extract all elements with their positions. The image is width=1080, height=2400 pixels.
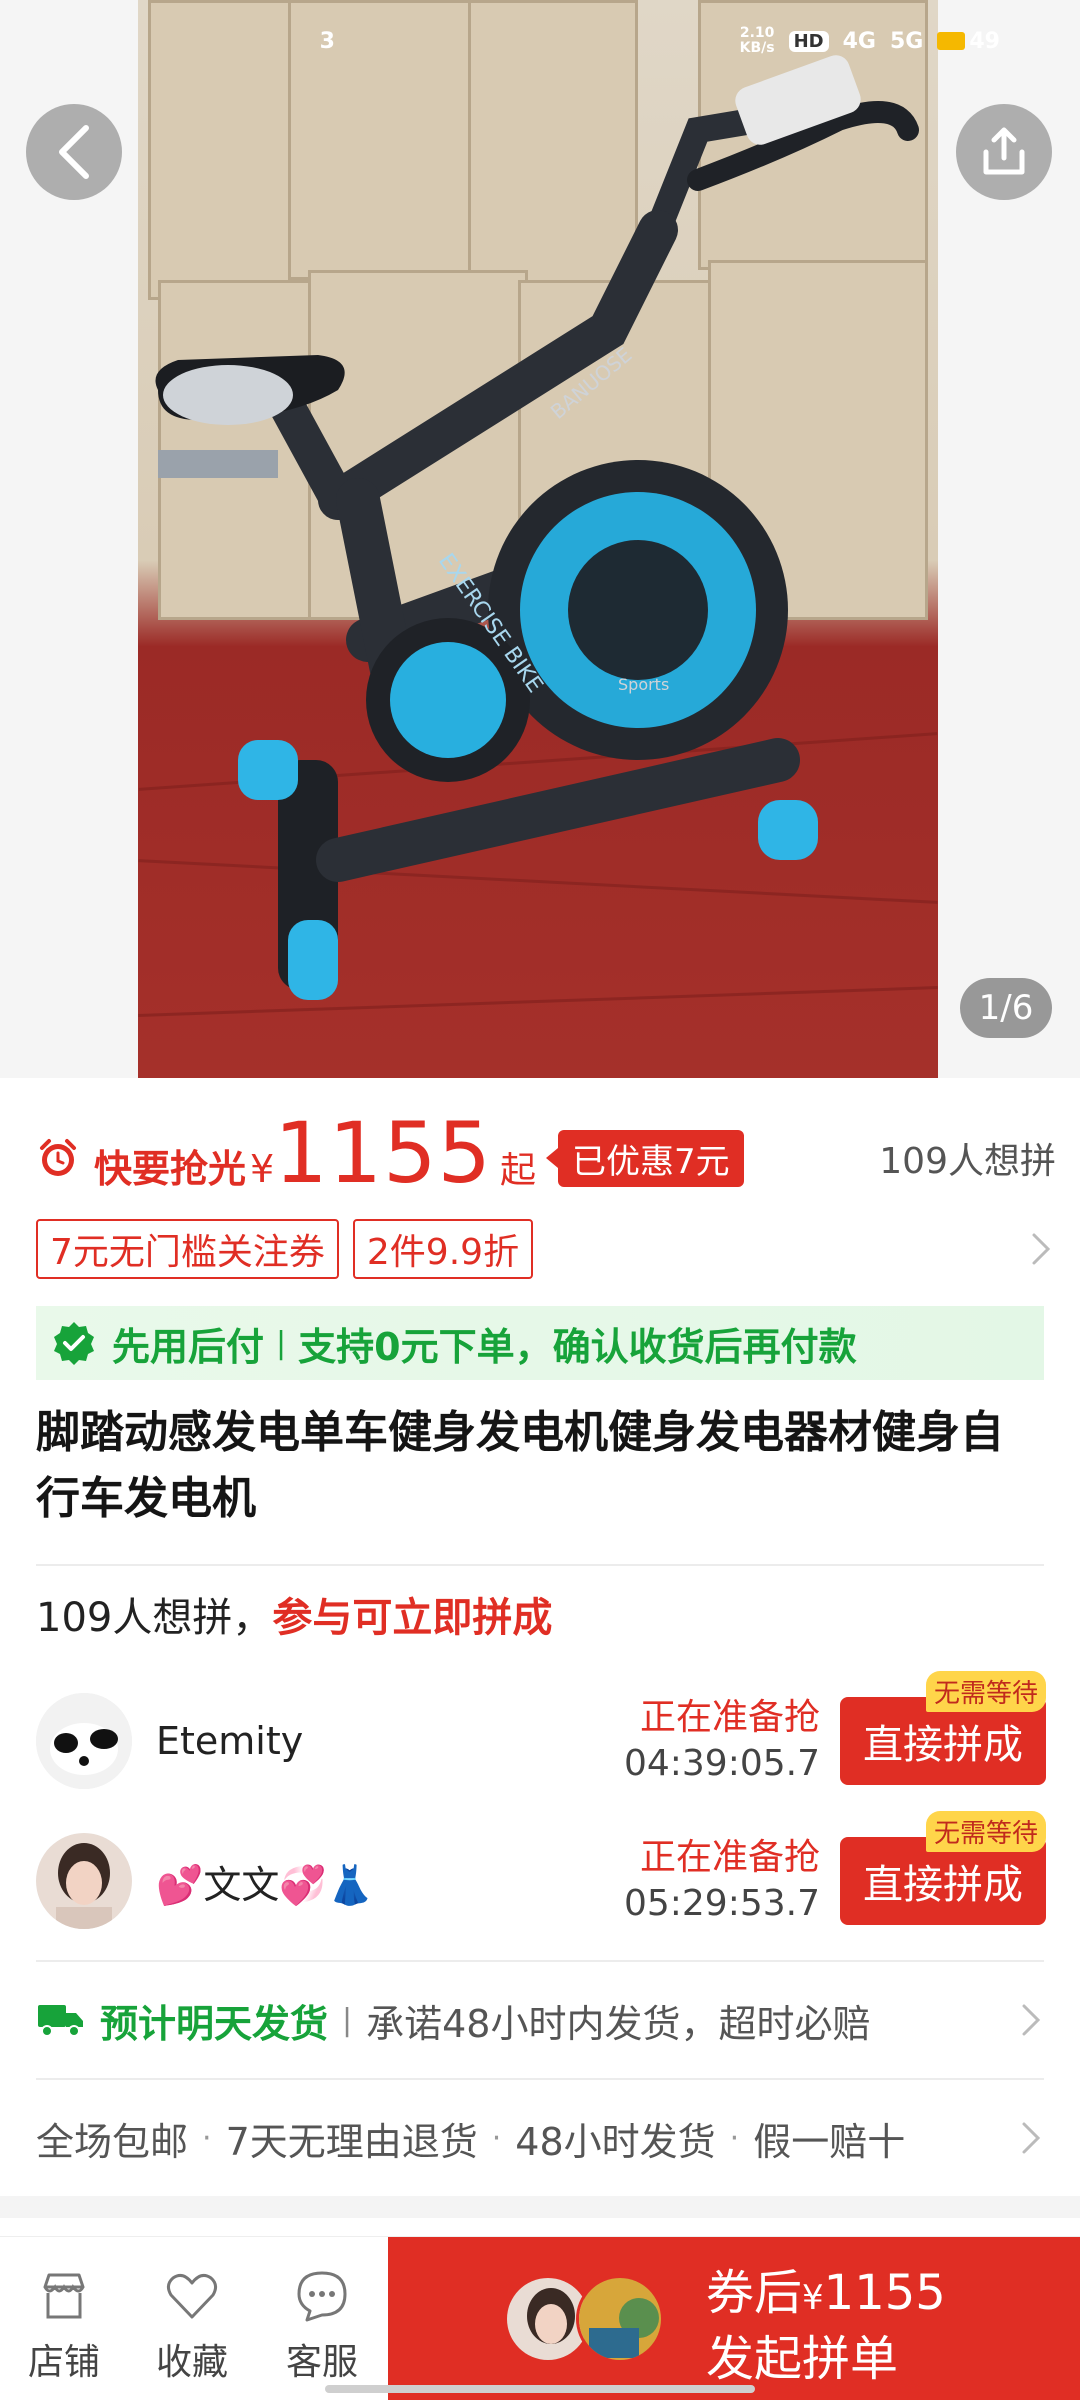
store-label: 店铺 [27, 2342, 100, 2383]
signal-4g-icon: 4G [842, 28, 876, 54]
shipping-row[interactable]: 预计明天发货 | 承诺48小时内发货，超时必赔 [36, 1980, 1046, 2060]
service-item: 假一赔十 [753, 2119, 906, 2164]
signal-5g-icon: 5G [890, 28, 924, 54]
section-gap [0, 2196, 1080, 2218]
price-suffix: 起 [499, 1150, 536, 1191]
product-photo[interactable]: EXERCISE BIKE BANUOSE Sports [138, 0, 938, 1078]
group-user-name: Etemity [156, 1719, 304, 1763]
join-group-button[interactable]: 直接拼成 无需等待 [840, 1811, 1046, 1925]
home-indicator [325, 2385, 755, 2393]
chevron-right-icon[interactable] [1026, 1229, 1056, 1269]
avatar [36, 1693, 132, 1789]
after-coupon-price: 券后¥1155 [706, 2253, 946, 2323]
store-icon [43, 2273, 85, 2319]
heart-icon [166, 2273, 218, 2319]
exercise-bike-illustration: EXERCISE BIKE BANUOSE Sports [155, 55, 919, 1000]
coupon-multi-buy[interactable]: 2件9.9折 [352, 1219, 534, 1279]
photo-sports-text: Sports [618, 675, 669, 694]
price-amount: 1155 [274, 1104, 492, 1202]
price-row: 快要抢光 ¥ 1155 起 已优惠7元 109人想拼 [36, 1108, 1056, 1208]
service-item: 48小时发货 [515, 2119, 716, 2164]
group-buy-header: 109人想拼，参与可立即拼成 [36, 1585, 552, 1643]
avatar [36, 1833, 132, 1929]
customer-service-label: 客服 [285, 2342, 358, 2383]
pay-later-desc: 支持0元下单，确认收货后再付款 [298, 1324, 857, 1369]
pay-later-banner[interactable]: 先用后付 | 支持0元下单，确认收货后再付款 [36, 1306, 1044, 1380]
group-buy-count: 109人想拼， [36, 1595, 273, 1641]
status-time: 3 [319, 28, 335, 54]
group-user-name: 💕文文💞👗 [156, 1862, 374, 1907]
chevron-left-icon [59, 125, 89, 179]
product-title: 脚踏动感发电单车健身发电机健身发电器材健身自行车发电机 [36, 1407, 1004, 1524]
no-wait-badge: 无需等待 [925, 1671, 1046, 1712]
gallery-pager: 1/6 [960, 978, 1052, 1038]
countdown: 正在准备抢 04:39:05.7 [624, 1695, 820, 1787]
battery-icon: 49 [937, 29, 1000, 54]
join-group-label: 直接拼成 [863, 1862, 1023, 1908]
start-group-buy-button[interactable]: 券后¥1155 发起拼单 [388, 2237, 1080, 2400]
net-speed: 2.10 KB/s [739, 25, 775, 56]
bottom-action-bar: 店铺 收藏 客服 券后¥1155 发起拼单 [0, 2236, 1080, 2400]
alarm-clock-icon [40, 1139, 76, 1176]
price-currency: ¥ [250, 1147, 275, 1191]
service-item: 7天无理由退货 [225, 2119, 478, 2164]
group-avatars [504, 2275, 674, 2363]
join-group-label: 直接拼成 [863, 1722, 1023, 1768]
badge-check-icon [54, 1322, 94, 1365]
service-item: 全场包邮 [36, 2119, 189, 2164]
divider [36, 1960, 1044, 1962]
after-coupon-currency: ¥ [802, 2278, 824, 2318]
service-guarantees[interactable]: 全场包邮 · 7天无理由退货 · 48小时发货 · 假一赔十 [36, 2098, 1046, 2178]
pay-later-title: 先用后付 [112, 1324, 265, 1369]
countdown-status: 正在准备抢 [639, 1697, 820, 1738]
chat-bubble-icon [297, 2271, 347, 2322]
hd-icon: HD [788, 30, 829, 52]
group-row: 💕文文💞👗 正在准备抢 05:29:53.7 直接拼成 无需等待 [36, 1811, 1046, 1936]
avatar [576, 2275, 664, 2363]
group-buy-highlight: 参与可立即拼成 [272, 1595, 553, 1641]
coupon-row[interactable]: 7元无门槛关注券 2件9.9折 [36, 1219, 1056, 1279]
product-gallery[interactable]: EXERCISE BIKE BANUOSE Sports 3 2.10 KB/s… [0, 0, 1080, 1078]
join-group-button[interactable]: 直接拼成 无需等待 [840, 1671, 1046, 1785]
discount-tag: 已优惠7元 [558, 1129, 744, 1187]
countdown: 正在准备抢 05:29:53.7 [624, 1835, 820, 1927]
ship-promise: 承诺48小时内发货，超时必赔 [366, 2001, 871, 2046]
status-bar: 3 2.10 KB/s HD 4G 5G 49 [320, 18, 1080, 64]
coupon-follow[interactable]: 7元无门槛关注券 [36, 1219, 339, 1279]
ship-separator: | [342, 2002, 353, 2038]
countdown-time: 04:39:05.7 [623, 1743, 820, 1784]
back-button[interactable] [26, 104, 122, 200]
want-count: 109人想拼 [879, 1141, 1056, 1182]
divider [36, 2078, 1044, 2080]
truck-icon [38, 2005, 83, 2037]
favorite-tab[interactable]: 收藏 [132, 2267, 252, 2385]
favorite-label: 收藏 [155, 2342, 228, 2383]
rush-label: 快要抢光 [94, 1147, 247, 1191]
after-coupon-label: 券后 [706, 2265, 803, 2321]
after-coupon-amount: 1155 [823, 2265, 946, 2321]
chevron-right-icon [1022, 2122, 1041, 2154]
countdown-time: 05:29:53.7 [623, 1883, 820, 1924]
ship-estimate: 预计明天发货 [100, 2001, 329, 2046]
chevron-right-icon [1022, 2004, 1041, 2036]
customer-service-tab[interactable]: 客服 [262, 2267, 382, 2385]
divider [36, 1564, 1044, 1566]
group-row: Etemity 正在准备抢 04:39:05.7 直接拼成 无需等待 [36, 1671, 1046, 1796]
pay-later-separator: | [276, 1325, 287, 1361]
share-icon [983, 127, 1025, 175]
countdown-status: 正在准备抢 [639, 1837, 820, 1878]
start-group-label: 发起拼单 [706, 2331, 899, 2387]
share-button[interactable] [956, 104, 1052, 200]
no-wait-badge: 无需等待 [925, 1811, 1046, 1852]
store-tab[interactable]: 店铺 [4, 2267, 124, 2385]
